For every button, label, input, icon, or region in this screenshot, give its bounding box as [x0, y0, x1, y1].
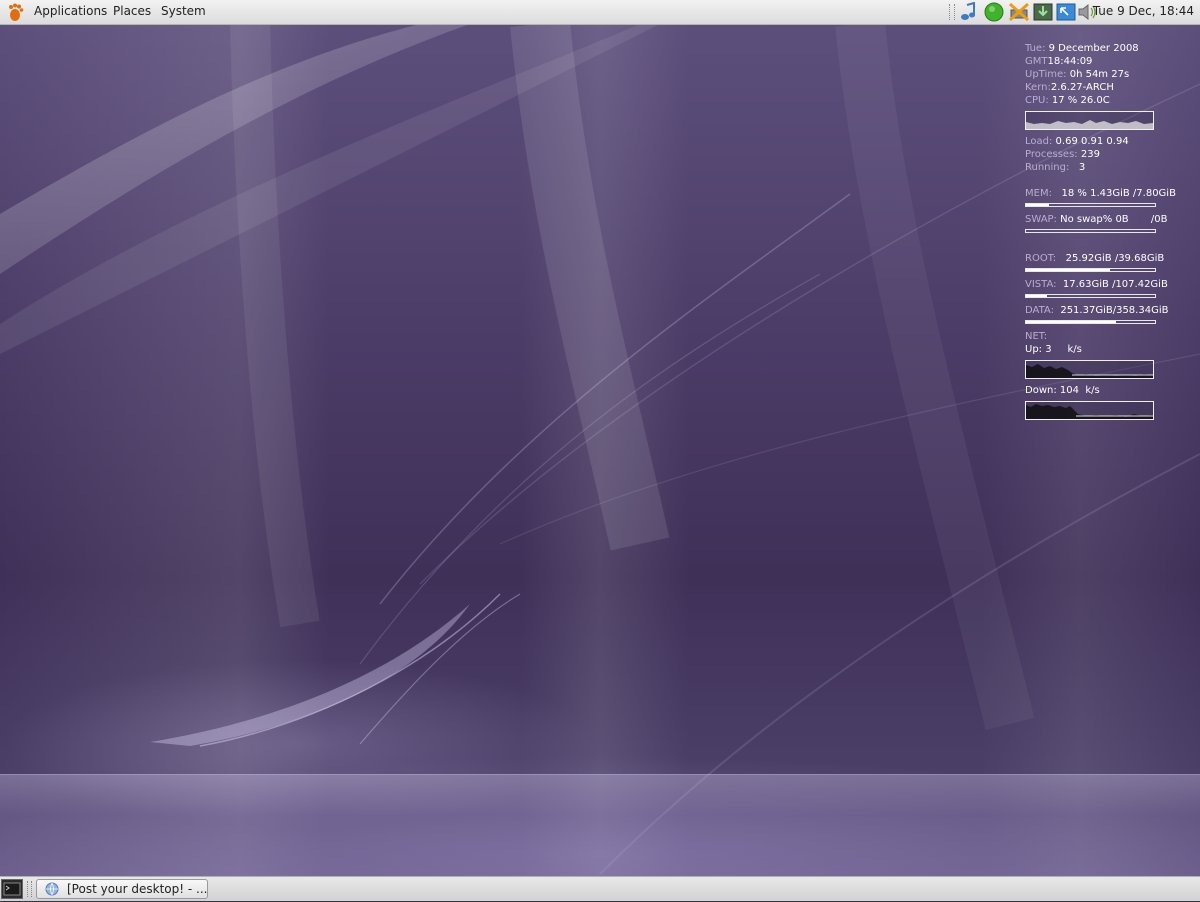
- conky-down-row: Down: 104 k/s: [1025, 385, 1100, 396]
- download-graph: [1025, 401, 1154, 420]
- system-menu[interactable]: System: [161, 4, 206, 18]
- upload-graph: [1025, 360, 1154, 379]
- panel-handle[interactable]: [27, 881, 32, 897]
- swap-bar: [1025, 229, 1156, 233]
- conky-swap-row: SWAP: No swap% 0B /0B: [1025, 214, 1168, 225]
- conky-running-row: Running: 3: [1025, 162, 1086, 173]
- music-note-icon[interactable]: [959, 2, 979, 22]
- conky-gmt-row: GMT18:44:09: [1025, 56, 1093, 67]
- browser-globe-icon: [45, 882, 59, 896]
- terminal-icon: [3, 882, 21, 896]
- wallpaper-light-streaks: [0, 24, 1200, 875]
- cpu-graph: [1025, 111, 1154, 130]
- applications-menu[interactable]: Applications: [34, 4, 107, 18]
- taskbar-window-button[interactable]: [Post your desktop! - ...: [36, 879, 208, 899]
- places-menu[interactable]: Places: [113, 4, 151, 18]
- wallpaper-floor-reflection: [0, 774, 1200, 876]
- top-panel: Applications Places System Tue 9 Dec, 18…: [0, 0, 1200, 25]
- conky-mem-row: MEM: 18 % 1.43GiB /7.80GiB: [1025, 188, 1176, 199]
- conky-cpu-row: CPU: 17 % 26.0C: [1025, 95, 1110, 106]
- conky-load-row: Load: 0.69 0.91 0.94: [1025, 136, 1129, 147]
- vista-bar: [1025, 294, 1156, 298]
- conky-up-row: Up: 3 k/s: [1025, 344, 1082, 355]
- conky-processes-row: Processes: 239: [1025, 149, 1100, 160]
- mem-bar: [1025, 203, 1156, 207]
- conky-monitor: Tue: 9 December 2008 GMT18:44:09 UpTime:…: [1025, 42, 1195, 425]
- desktop-wallpaper: [0, 24, 1200, 876]
- conky-net-row: NET:: [1025, 331, 1048, 342]
- download-arrow-icon[interactable]: [1033, 2, 1053, 22]
- status-green-icon[interactable]: [984, 2, 1004, 22]
- conky-vista-row: VISTA: 17.63GiB /107.42GiB: [1025, 279, 1168, 290]
- conky-uptime-row: UpTime: 0h 54m 27s: [1025, 69, 1130, 80]
- gnome-foot-icon[interactable]: [6, 2, 26, 22]
- taskbar-window-title: [Post your desktop! - ...: [67, 882, 208, 896]
- panel-clock[interactable]: Tue 9 Dec, 18:44: [1093, 4, 1194, 18]
- conky-date-row: Tue: 9 December 2008: [1025, 43, 1139, 54]
- conky-kern-row: Kern:2.6.27-ARCH: [1025, 82, 1114, 93]
- conky-root-row: ROOT: 25.92GiB /39.68GiB: [1025, 253, 1165, 264]
- bottom-panel: [Post your desktop! - ...: [0, 876, 1200, 901]
- conky-data-row: DATA: 251.37GiB/358.34GiB: [1025, 305, 1169, 316]
- network-disconnected-icon[interactable]: [1008, 2, 1030, 22]
- root-bar: [1025, 268, 1156, 272]
- data-bar: [1025, 320, 1156, 324]
- panel-handle[interactable]: [949, 4, 955, 20]
- update-notifier-icon[interactable]: [1056, 2, 1076, 22]
- show-desktop-button[interactable]: [1, 879, 23, 899]
